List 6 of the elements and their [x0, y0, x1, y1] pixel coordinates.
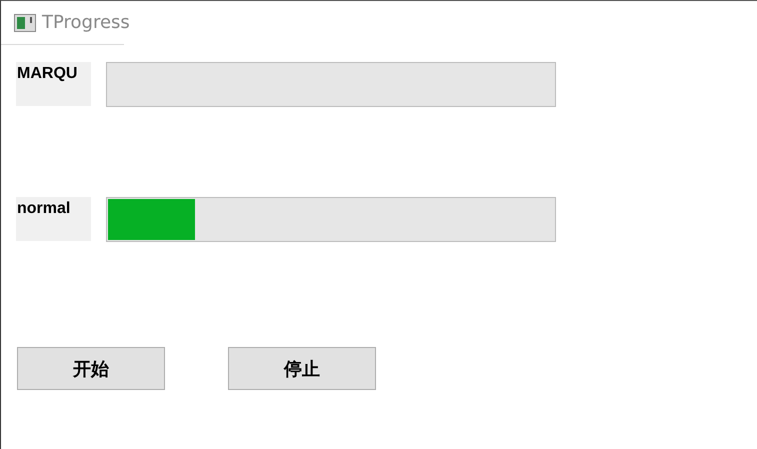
action-button[interactable]: 开始	[17, 347, 165, 390]
app-icon	[14, 14, 36, 32]
window-title: TProgress	[42, 12, 130, 33]
action-button[interactable]: 停止	[228, 347, 376, 390]
progress-label: MARQU	[16, 62, 91, 106]
progress-label: normal	[16, 197, 91, 241]
